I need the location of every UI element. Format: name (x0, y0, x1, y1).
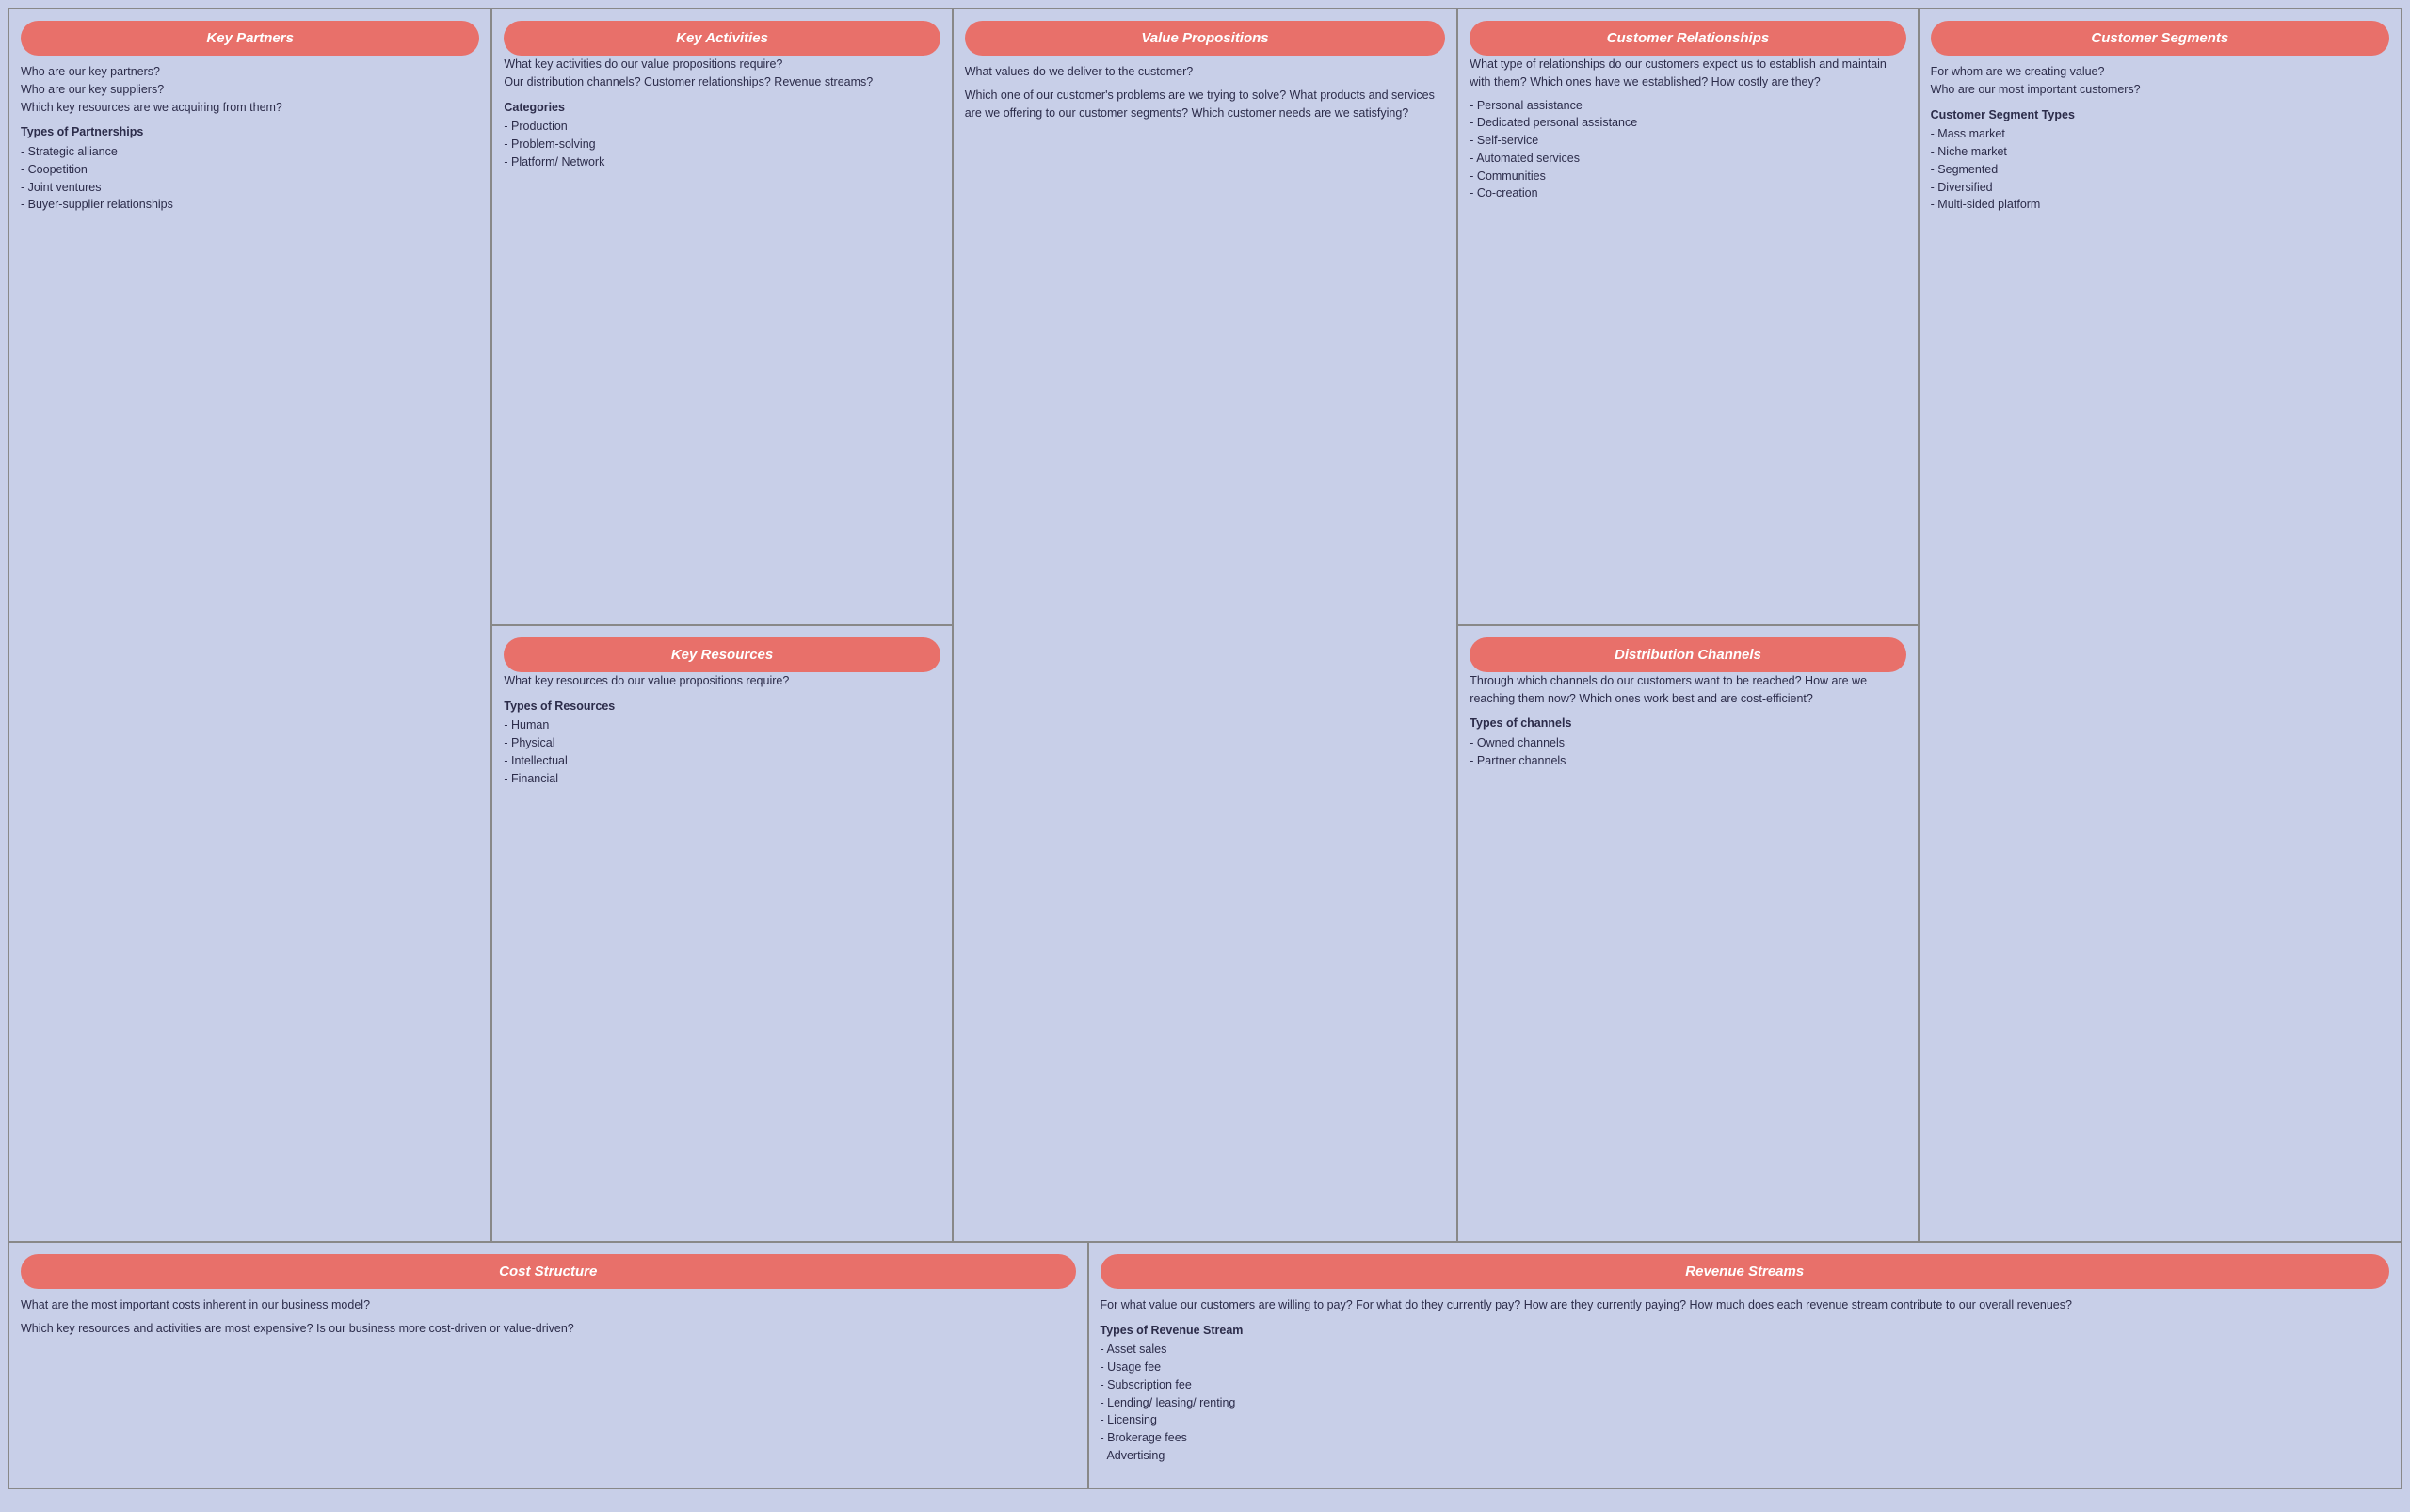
key-resources-types-label: Types of Resources (504, 698, 940, 716)
key-activities-cell: Key Activities What key activities do ou… (492, 9, 951, 626)
value-propositions-intro: What values do we deliver to the custome… (965, 63, 1446, 81)
distribution-channels-types-label: Types of channels (1470, 715, 1905, 732)
list-item: - Coopetition (21, 161, 479, 179)
revenue-streams-cell: Revenue Streams For what value our custo… (1089, 1243, 2402, 1488)
key-activities-header: Key Activities (504, 21, 940, 56)
key-partners-header: Key Partners (21, 21, 479, 56)
list-item: - Intellectual (504, 752, 940, 770)
key-resources-body: What key resources do our value proposit… (504, 672, 940, 788)
customer-segments-intro: For whom are we creating value?Who are o… (1931, 63, 2389, 99)
key-partners-intro: Who are our key partners?Who are our key… (21, 63, 479, 116)
distribution-channels-header: Distribution Channels (1470, 637, 1905, 672)
key-partners-body: Who are our key partners?Who are our key… (21, 63, 479, 214)
list-item: - Subscription fee (1101, 1376, 2390, 1394)
revenue-streams-types: - Asset sales - Usage fee - Subscription… (1101, 1341, 2390, 1464)
list-item: - Personal assistance (1470, 97, 1905, 115)
list-item: - Joint ventures (21, 179, 479, 197)
list-item: - Diversified (1931, 179, 2389, 197)
list-item: - Communities (1470, 168, 1905, 185)
customer-segments-types-label: Customer Segment Types (1931, 106, 2389, 124)
list-item: - Physical (504, 734, 940, 752)
distribution-channels-cell: Distribution Channels Through which chan… (1458, 626, 1917, 1241)
key-activities-categories: - Production - Problem-solving - Platfor… (504, 118, 940, 170)
key-partners-cell: Key Partners Who are our key partners?Wh… (9, 9, 492, 1241)
customer-relationships-header: Customer Relationships (1470, 21, 1905, 56)
value-propositions-body: What values do we deliver to the custome… (965, 63, 1446, 127)
customer-segments-cell: Customer Segments For whom are we creati… (1920, 9, 2401, 1241)
list-item: - Segmented (1931, 161, 2389, 179)
list-item: - Buyer-supplier relationships (21, 196, 479, 214)
customer-segments-types: - Mass market - Niche market - Segmented… (1931, 125, 2389, 214)
customer-relationships-types: - Personal assistance - Dedicated person… (1470, 97, 1905, 203)
value-propositions-detail: Which one of our customer's problems are… (965, 87, 1446, 122)
customer-relationships-cell: Customer Relationships What type of rela… (1458, 9, 1917, 626)
customer-relationships-intro: What type of relationships do our custom… (1470, 56, 1905, 91)
list-item: - Lending/ leasing/ renting (1101, 1394, 2390, 1412)
list-item: - Financial (504, 770, 940, 788)
distribution-channels-intro: Through which channels do our customers … (1470, 672, 1905, 708)
cost-structure-cell: Cost Structure What are the most importa… (9, 1243, 1089, 1488)
cost-structure-line1: What are the most important costs inhere… (21, 1296, 1076, 1314)
cost-structure-header: Cost Structure (21, 1254, 1076, 1289)
list-item: - Co-creation (1470, 185, 1905, 202)
list-item: - Owned channels (1470, 734, 1905, 752)
list-item: - Licensing (1101, 1411, 2390, 1429)
list-item: - Strategic alliance (21, 143, 479, 161)
top-section: Key Partners Who are our key partners?Wh… (9, 9, 2401, 1243)
key-resources-types: - Human - Physical - Intellectual - Fina… (504, 716, 940, 787)
key-activities-categories-label: Categories (504, 99, 940, 117)
key-activities-resources-column: Key Activities What key activities do ou… (492, 9, 953, 1241)
cost-structure-line2: Which key resources and activities are m… (21, 1320, 1076, 1338)
revenue-streams-intro: For what value our customers are willing… (1101, 1296, 2390, 1314)
list-item: - Mass market (1931, 125, 2389, 143)
revenue-streams-body: For what value our customers are willing… (1101, 1296, 2390, 1465)
list-item: - Partner channels (1470, 752, 1905, 770)
bottom-section: Cost Structure What are the most importa… (9, 1243, 2401, 1488)
key-activities-body: What key activities do our value proposi… (504, 56, 940, 171)
list-item: - Self-service (1470, 132, 1905, 150)
key-resources-header: Key Resources (504, 637, 940, 672)
value-propositions-cell: Value Propositions What values do we del… (954, 9, 1459, 1241)
customer-segments-body: For whom are we creating value?Who are o… (1931, 63, 2389, 214)
list-item: - Human (504, 716, 940, 734)
list-item: - Asset sales (1101, 1341, 2390, 1359)
key-partners-types-label: Types of Partnerships (21, 123, 479, 141)
list-item: - Dedicated personal assistance (1470, 114, 1905, 132)
list-item: - Advertising (1101, 1447, 2390, 1465)
list-item: - Production (504, 118, 940, 136)
distribution-channels-types: - Owned channels - Partner channels (1470, 734, 1905, 770)
list-item: - Brokerage fees (1101, 1429, 2390, 1447)
key-resources-cell: Key Resources What key resources do our … (492, 626, 951, 1241)
customer-rel-channels-column: Customer Relationships What type of rela… (1458, 9, 1919, 1241)
key-resources-intro: What key resources do our value proposit… (504, 672, 940, 690)
customer-relationships-body: What type of relationships do our custom… (1470, 56, 1905, 202)
list-item: - Multi-sided platform (1931, 196, 2389, 214)
revenue-streams-header: Revenue Streams (1101, 1254, 2390, 1289)
customer-segments-header: Customer Segments (1931, 21, 2389, 56)
list-item: - Automated services (1470, 150, 1905, 168)
cost-structure-body: What are the most important costs inhere… (21, 1296, 1076, 1343)
distribution-channels-body: Through which channels do our customers … (1470, 672, 1905, 770)
list-item: - Niche market (1931, 143, 2389, 161)
value-propositions-header: Value Propositions (965, 21, 1446, 56)
revenue-streams-types-label: Types of Revenue Stream (1101, 1322, 2390, 1340)
key-activities-intro: What key activities do our value proposi… (504, 56, 940, 91)
list-item: - Usage fee (1101, 1359, 2390, 1376)
list-item: - Platform/ Network (504, 153, 940, 171)
key-partners-types: - Strategic alliance - Coopetition - Joi… (21, 143, 479, 214)
list-item: - Problem-solving (504, 136, 940, 153)
business-model-canvas: Key Partners Who are our key partners?Wh… (8, 8, 2402, 1489)
